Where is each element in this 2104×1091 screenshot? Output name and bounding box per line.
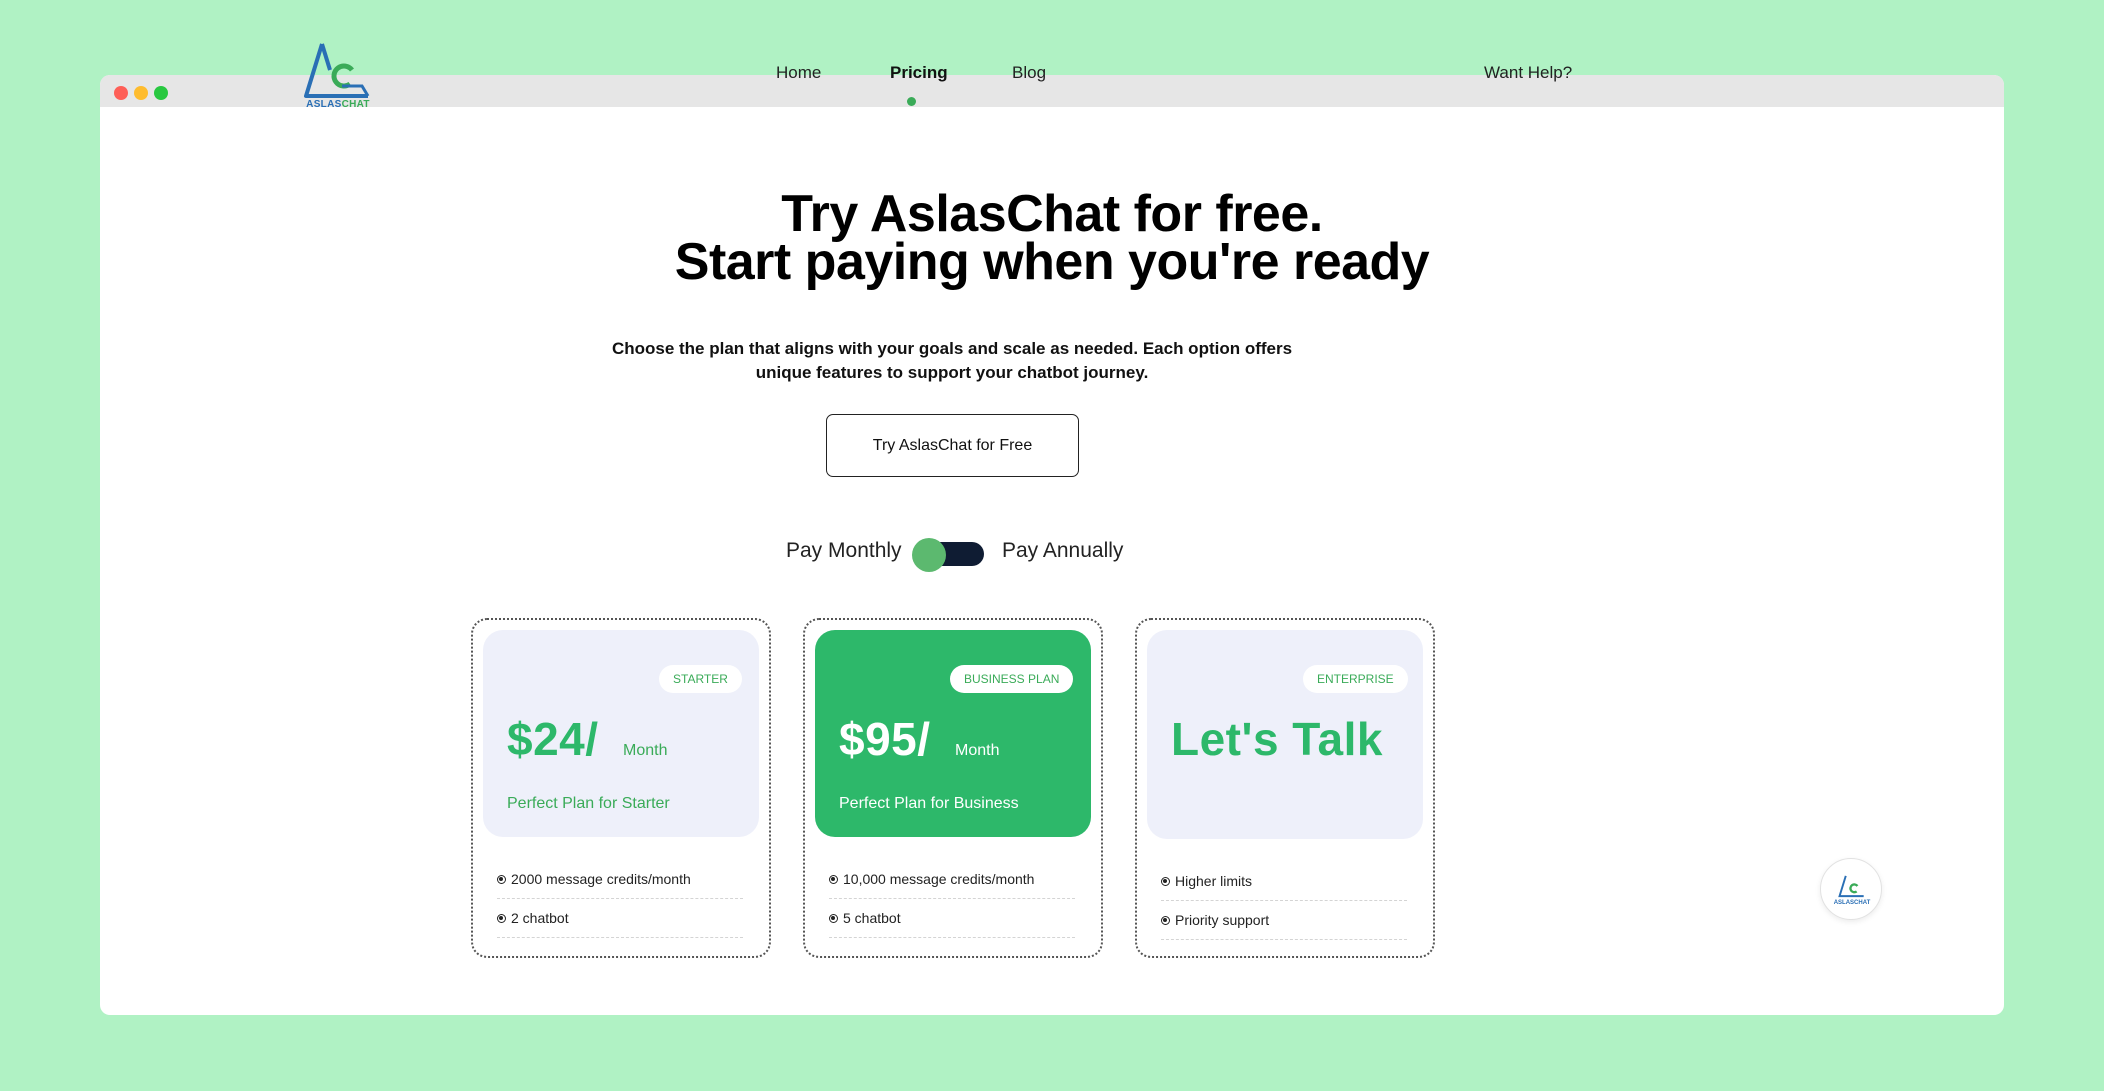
maximize-window-button[interactable] [154,86,168,100]
hero-title: Try AslasChat for free. Start paying whe… [0,185,2104,291]
logo-text-part1: ASLAS [306,99,342,110]
plan-description: Perfect Plan for Starter [507,795,670,812]
feature-text: 10,000 message credits/month [843,871,1035,887]
want-help-link[interactable]: Want Help? [1484,63,1572,83]
plan-card-header: BUSINESS PLAN $95/ Month Perfect Plan fo… [815,630,1091,837]
feature-text: 5 chatbot [843,910,901,926]
plan-card-starter: STARTER $24/ Month Perfect Plan for Star… [471,618,771,958]
plan-card-header: STARTER $24/ Month Perfect Plan for Star… [483,630,759,837]
plan-badge: BUSINESS PLAN [950,665,1074,693]
window-titlebar [100,75,2004,107]
bullet-icon [497,874,506,884]
feature-item: Higher limits [1161,862,1407,901]
feature-text: 2 chatbot [511,910,569,926]
plan-period: Month [623,742,668,759]
billing-toggle[interactable] [912,538,986,572]
plan-badge: STARTER [659,665,742,693]
chat-logo-icon [1838,875,1864,898]
nav-home[interactable]: Home [776,63,821,83]
chat-widget-button[interactable]: ASLASCHAT [1820,858,1882,920]
chat-widget-label: ASLASCHAT [1833,900,1871,906]
try-free-button[interactable]: Try AslasChat for Free [826,414,1079,477]
bullet-icon [829,874,838,884]
aslaschat-logo[interactable]: ASLASCHAT [302,40,374,118]
plan-features: 10,000 message credits/month 5 chatbot [829,860,1075,938]
hero-subtitle-line2: unique features to support your chatbot … [755,363,1149,382]
logo-text-part2: CHAT [341,99,370,110]
nav-blog[interactable]: Blog [1012,63,1046,83]
plan-description: Perfect Plan for Business [839,795,1019,812]
feature-item: Priority support [1161,901,1407,940]
plan-period: Month [955,742,1000,759]
plan-features: Higher limits Priority support [1161,862,1407,940]
plan-price: Let's Talk [1171,713,1383,765]
plan-features: 2000 message credits/month 2 chatbot [497,860,743,938]
nav-active-indicator [907,97,916,106]
feature-item: 2000 message credits/month [497,860,743,899]
hero-title-line2: Start paying when you're ready [674,233,1430,291]
feature-item: 5 chatbot [829,899,1075,938]
hero-subtitle: Choose the plan that aligns with your go… [600,337,1304,385]
pay-annually-label[interactable]: Pay Annually [1002,539,1123,563]
hero-subtitle-line1: Choose the plan that aligns with your go… [611,339,1293,358]
feature-text: Priority support [1175,912,1270,928]
plan-price: $95/ [839,713,931,765]
bullet-icon [1161,876,1170,886]
hero-title-line1: Try AslasChat for free. [781,185,1323,243]
bullet-icon [497,913,506,923]
feature-text: Higher limits [1175,873,1253,889]
plan-price: $24/ [507,713,599,765]
feature-item: 10,000 message credits/month [829,860,1075,899]
logo-text: ASLASCHAT [302,99,374,110]
feature-text: 2000 message credits/month [511,871,691,887]
plan-badge: ENTERPRISE [1303,665,1408,693]
plan-card-business: BUSINESS PLAN $95/ Month Perfect Plan fo… [803,618,1103,958]
minimize-window-button[interactable] [134,86,148,100]
logo-mark-icon [304,43,370,98]
pay-monthly-label[interactable]: Pay Monthly [786,539,902,563]
feature-item: 2 chatbot [497,899,743,938]
plan-card-header: ENTERPRISE Let's Talk [1147,630,1423,839]
nav-pricing[interactable]: Pricing [890,63,948,83]
toggle-knob [912,538,946,572]
bullet-icon [1161,915,1170,925]
plan-card-enterprise: ENTERPRISE Let's Talk Higher limits Prio… [1135,618,1435,958]
close-window-button[interactable] [114,86,128,100]
bullet-icon [829,913,838,923]
